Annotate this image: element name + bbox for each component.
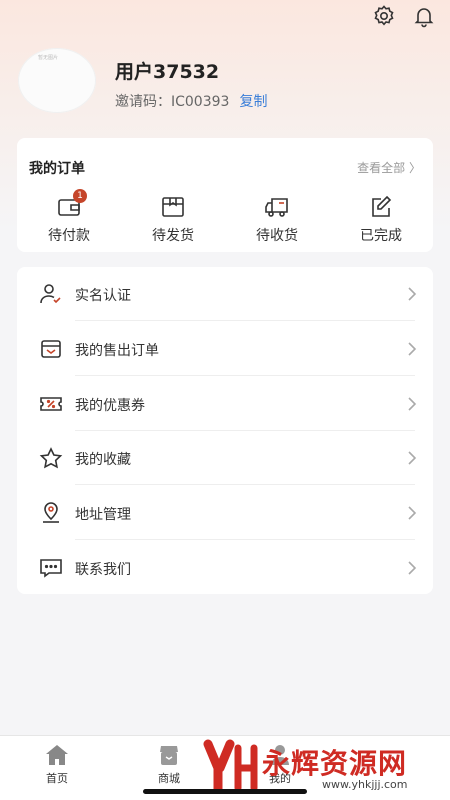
order-pending-receipt[interactable]: 待收货	[225, 195, 329, 245]
divider	[75, 539, 415, 540]
menu-item-address[interactable]: 地址管理	[17, 486, 433, 540]
profile-section: 暂无图片 用户37532 邀请码：IC00393 复制	[18, 48, 434, 116]
menu-item-sold-orders[interactable]: 我的售出订单	[17, 322, 433, 376]
menu-item-coupons[interactable]: 我的优惠券	[17, 377, 433, 431]
tab-home-label: 首页	[46, 772, 68, 785]
divider	[75, 484, 415, 485]
menu-item-label: 联系我们	[75, 562, 131, 578]
chevron-right-icon	[407, 286, 417, 301]
tab-home[interactable]: 首页	[27, 744, 87, 786]
tab-shop[interactable]: 商城	[139, 744, 199, 786]
order-status-list: 1 待付款 待发货 待收货 已完成	[17, 189, 433, 245]
location-icon	[39, 502, 63, 524]
avatar-placeholder-text: 暂无图片	[38, 55, 59, 61]
message-icon	[39, 557, 63, 579]
divider	[75, 320, 415, 321]
order-pending-shipment-label: 待发货	[152, 228, 194, 244]
shop-icon	[157, 744, 181, 766]
invite-code-label: 邀请码：IC00393	[115, 94, 230, 110]
gear-icon[interactable]	[372, 4, 396, 28]
menu-item-label: 我的售出订单	[75, 343, 159, 359]
watermark: 永辉资源网 www.yhkjjj.com	[200, 738, 432, 796]
divider	[75, 375, 415, 376]
home-icon	[45, 744, 69, 766]
truck-icon	[264, 195, 290, 219]
username: 用户37532	[115, 61, 220, 83]
tab-shop-label: 商城	[158, 772, 180, 785]
coupon-icon	[39, 393, 63, 415]
watermark-url: www.yhkjjj.com	[322, 778, 408, 791]
order-pending-shipment[interactable]: 待发货	[121, 195, 225, 245]
sold-order-icon	[39, 338, 63, 360]
watermark-logo	[203, 739, 258, 794]
chevron-right-icon	[407, 505, 417, 520]
edit-icon	[368, 195, 394, 219]
orders-card: 我的订单 查看全部 〉 1 待付款 待发货 待收货 已完成	[17, 138, 433, 252]
pending-payment-badge: 1	[73, 189, 87, 203]
home-indicator	[143, 789, 307, 794]
order-pending-payment-label: 待付款	[48, 228, 90, 244]
order-completed[interactable]: 已完成	[329, 195, 433, 245]
view-all-link[interactable]: 查看全部 〉	[357, 159, 421, 176]
menu-item-label: 我的优惠券	[75, 398, 145, 414]
orders-title: 我的订单	[29, 161, 85, 177]
copy-button[interactable]: 复制	[239, 94, 267, 110]
avatar[interactable]: 暂无图片	[18, 48, 96, 113]
header-actions	[372, 4, 436, 28]
menu-item-label: 实名认证	[75, 288, 131, 304]
chevron-right-icon	[407, 560, 417, 575]
order-pending-payment[interactable]: 1 待付款	[17, 189, 121, 245]
chevron-right-icon	[407, 341, 417, 356]
box-icon	[160, 195, 186, 219]
menu-item-label: 我的收藏	[75, 452, 131, 468]
bell-icon[interactable]	[412, 4, 436, 28]
user-verify-icon	[39, 283, 63, 305]
menu-item-real-name[interactable]: 实名认证	[17, 267, 433, 321]
menu-card: 实名认证 我的售出订单 我的优惠券 我的收藏 地址管理 联系我们	[17, 267, 433, 594]
star-icon	[39, 447, 63, 469]
order-completed-label: 已完成	[360, 228, 402, 244]
menu-item-label: 地址管理	[75, 507, 131, 523]
chevron-right-icon	[407, 450, 417, 465]
menu-item-contact[interactable]: 联系我们	[17, 541, 433, 595]
invite-code: 邀请码：IC00393 复制	[115, 91, 267, 111]
chevron-right-icon	[407, 396, 417, 411]
menu-item-favorites[interactable]: 我的收藏	[17, 431, 433, 485]
order-pending-receipt-label: 待收货	[256, 228, 298, 244]
orders-header: 我的订单 查看全部 〉	[29, 158, 421, 178]
watermark-text: 永辉资源网	[262, 747, 408, 780]
